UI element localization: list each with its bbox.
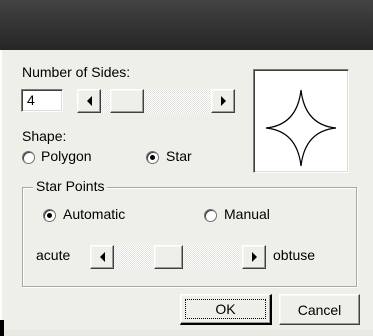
sharpness-increase-button[interactable] bbox=[242, 245, 266, 269]
ok-button[interactable]: OK bbox=[180, 294, 272, 325]
cancel-label: Cancel bbox=[297, 301, 342, 318]
shape-polygon-radio[interactable] bbox=[22, 151, 35, 164]
star-points-title: Star Points bbox=[33, 178, 108, 194]
shape-label: Shape: bbox=[22, 128, 67, 144]
sharpness-decrease-button[interactable] bbox=[90, 245, 114, 269]
arrow-right-icon bbox=[251, 252, 257, 262]
arrow-left-icon bbox=[99, 252, 105, 262]
acute-label: acute bbox=[36, 247, 71, 263]
star-points-manual-radio[interactable] bbox=[204, 209, 217, 222]
radio-selected-dot bbox=[150, 155, 155, 160]
sharpness-slider-thumb[interactable] bbox=[154, 245, 183, 269]
star-points-manual-label[interactable]: Manual bbox=[224, 206, 270, 222]
star-points-group bbox=[22, 187, 357, 287]
sides-slider-thumb[interactable] bbox=[110, 89, 144, 113]
dialog-bottom-edge bbox=[0, 330, 373, 336]
cancel-button[interactable]: Cancel bbox=[279, 294, 360, 325]
number-of-sides-value: 4 bbox=[27, 92, 35, 108]
number-of-sides-label: Number of Sides: bbox=[22, 64, 131, 80]
radio-selected-dot bbox=[47, 213, 52, 218]
title-bar[interactable] bbox=[0, 0, 373, 50]
sides-increase-button[interactable] bbox=[211, 89, 235, 113]
arrow-left-icon bbox=[86, 96, 92, 106]
ok-label: OK bbox=[215, 301, 236, 317]
dialog-left-edge bbox=[0, 50, 2, 336]
star-preview bbox=[253, 69, 349, 173]
number-of-sides-input[interactable]: 4 bbox=[21, 89, 63, 112]
shape-star-radio[interactable] bbox=[146, 151, 159, 164]
star-points-automatic-label[interactable]: Automatic bbox=[63, 206, 125, 222]
sides-decrease-button[interactable] bbox=[77, 89, 101, 113]
shape-polygon-label[interactable]: Polygon bbox=[41, 148, 92, 164]
shape-star-label[interactable]: Star bbox=[166, 148, 192, 164]
star-points-automatic-radio[interactable] bbox=[43, 209, 56, 222]
arrow-right-icon bbox=[220, 96, 226, 106]
obtuse-label: obtuse bbox=[273, 247, 316, 263]
star-shape-icon bbox=[265, 89, 337, 167]
window-corner bbox=[0, 320, 4, 336]
